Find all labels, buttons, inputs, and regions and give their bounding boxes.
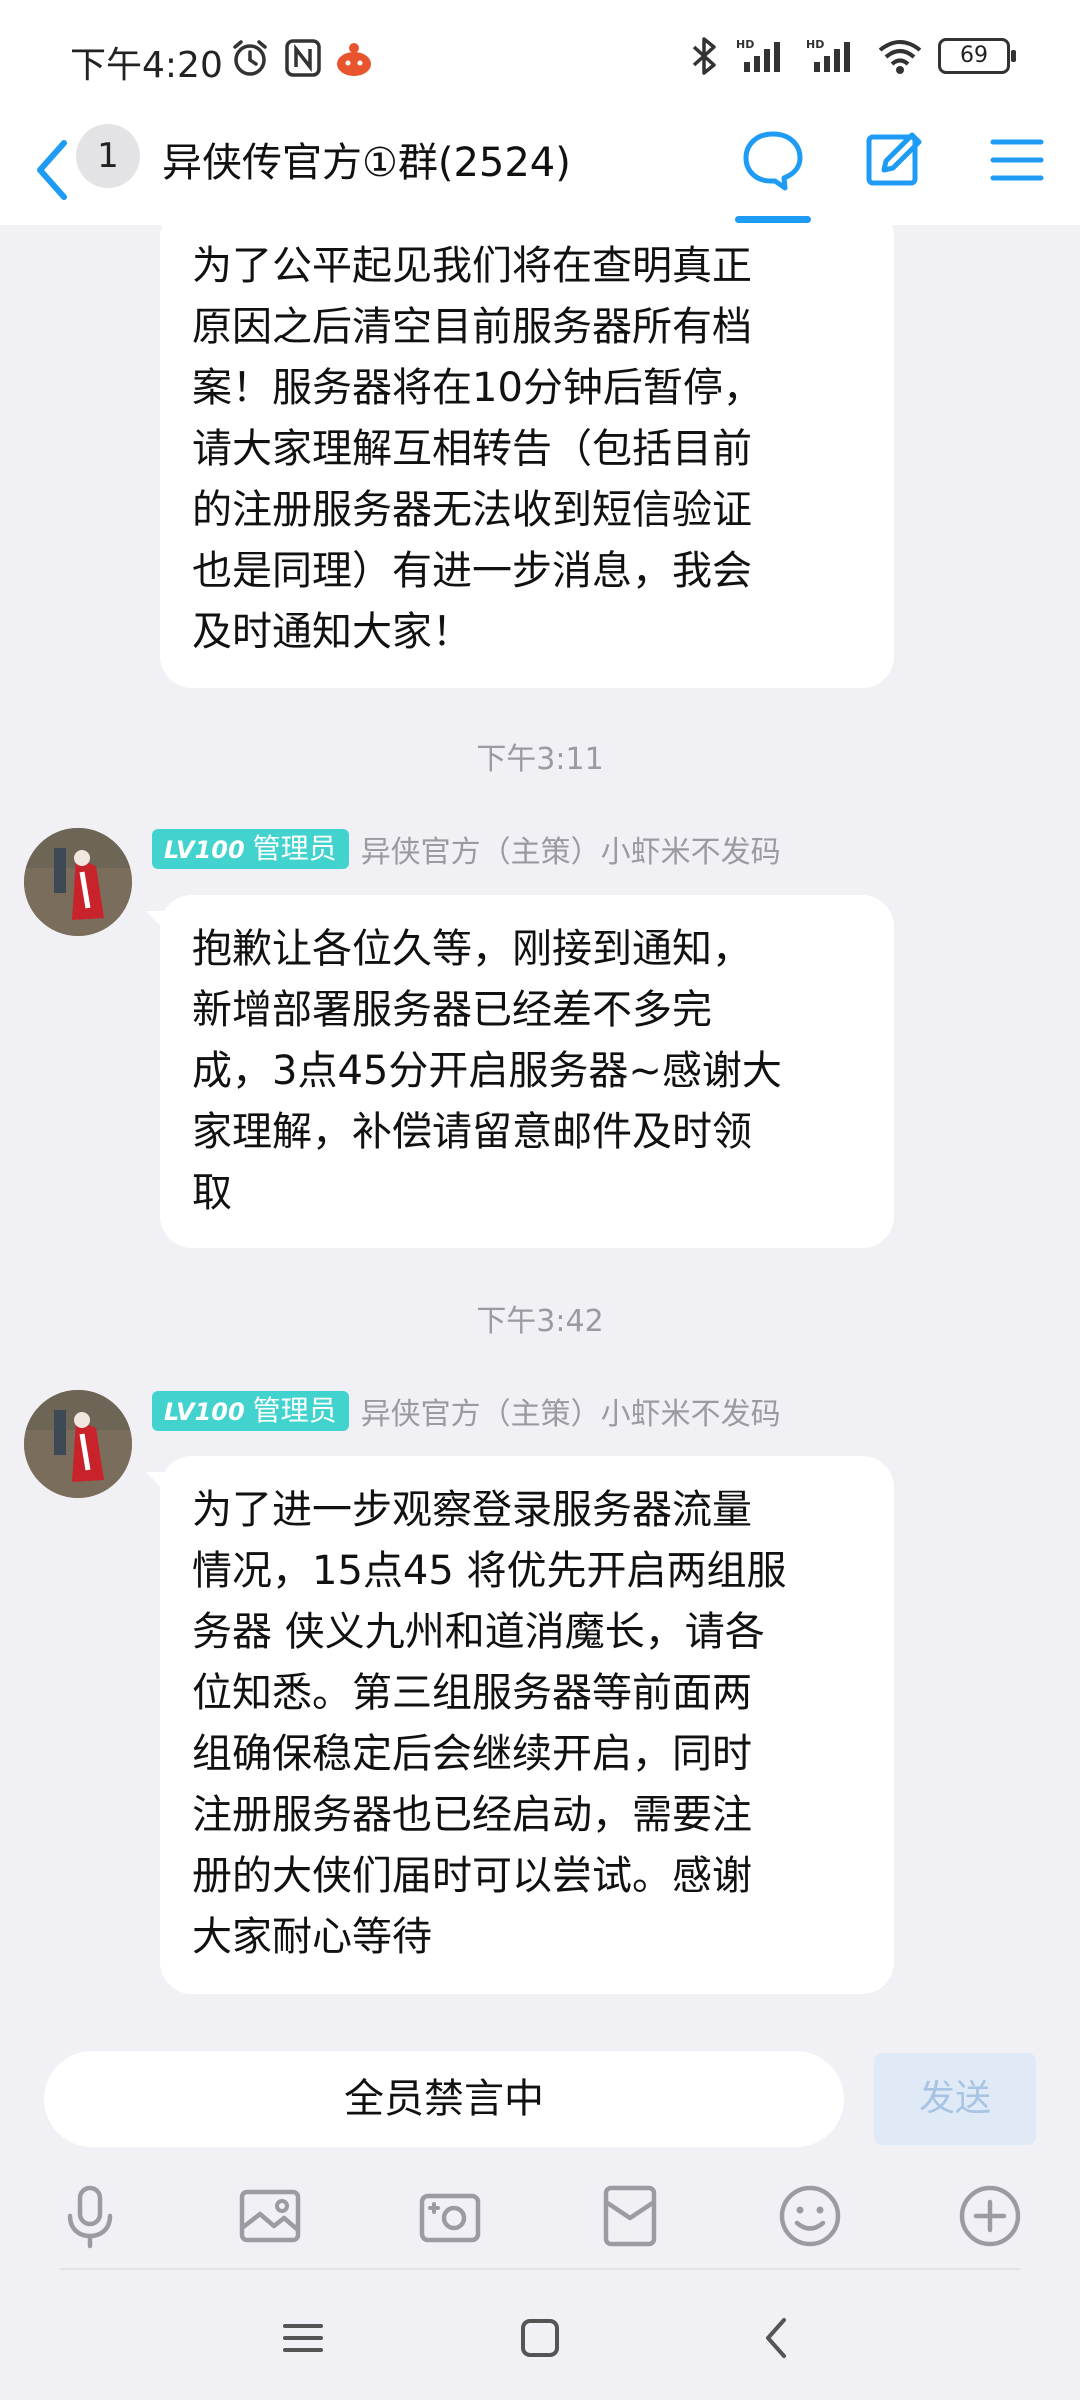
nav-back-icon[interactable] xyxy=(748,2308,808,2368)
menu-icon-layer[interactable] xyxy=(985,128,1049,192)
message-line: 抱歉让各位久等，刚接到通知， xyxy=(192,926,752,972)
level-label: LV100 xyxy=(164,836,245,864)
admin-badge: LV100 管理员 xyxy=(152,829,349,869)
signal-hd-icon: HD xyxy=(736,38,780,72)
message-line: 位知悉。第三组服务器等前面两 xyxy=(192,1670,752,1716)
message-line: 册的大侠们届时可以尝试。感谢 xyxy=(192,1853,752,1899)
nfc-icon xyxy=(285,39,321,77)
role-label: 管理员 xyxy=(252,832,337,865)
camera-icon[interactable] xyxy=(414,2180,486,2252)
battery-indicator: 69 xyxy=(938,38,1016,74)
avatar-image-icon xyxy=(24,1390,132,1498)
svg-text:HD: HD xyxy=(806,38,824,51)
emoji-icon[interactable] xyxy=(774,2180,846,2252)
microphone-icon[interactable] xyxy=(54,2180,126,2252)
message-bubble[interactable]: 为了进一步观察登录服务器流量 情况，15点45 将优先开启两组服 务器 侠义九州… xyxy=(146,1456,894,1994)
avatar-image-icon xyxy=(24,828,132,936)
send-button[interactable]: 发送 xyxy=(874,2053,1036,2145)
avatar[interactable] xyxy=(24,828,132,936)
message-line: 案！服务器将在10分钟后暂停， xyxy=(192,365,763,411)
game-app-icon xyxy=(337,43,371,76)
divider xyxy=(60,2268,1020,2270)
message-line: 成，3点45分开启服务器~感谢大 xyxy=(192,1048,782,1094)
svg-text:HD: HD xyxy=(736,38,754,51)
status-indicators: HD HD 69 xyxy=(688,36,1016,76)
message-bubble[interactable]: 为了公平起见我们将在查明真正 原因之后清空目前服务器所有档 案！服务器将在10分… xyxy=(160,205,894,688)
unread-count-badge-layer[interactable]: 1 xyxy=(76,124,140,188)
sender-name[interactable]: 异侠官方（主策）小虾米不发码 xyxy=(361,1389,781,1433)
message-line: 及时通知大家！ xyxy=(192,609,472,655)
message-line: 为了进一步观察登录服务器流量 xyxy=(192,1487,752,1533)
image-icon[interactable] xyxy=(234,2180,306,2252)
role-label: 管理员 xyxy=(252,1394,337,1427)
status-bar: 下午4:20 HD HD 69 xyxy=(0,0,1080,115)
message-line: 也是同理）有进一步消息，我会 xyxy=(192,548,752,594)
message-timestamp: 下午3:42 xyxy=(476,1304,604,1339)
muted-input-field[interactable]: 全员禁言中 xyxy=(44,2051,844,2147)
wifi-icon xyxy=(878,40,922,74)
sender-name[interactable]: 异侠官方（主策）小虾米不发码 xyxy=(361,827,781,871)
message-line: 情况，15点45 将优先开启两组服 xyxy=(192,1548,787,1594)
message-line: 的注册服务器无法收到短信验证 xyxy=(192,487,752,533)
message-timestamp: 下午3:11 xyxy=(476,742,604,777)
bluetooth-icon xyxy=(692,37,716,75)
signal-hd-icon-2: HD xyxy=(806,38,850,72)
message-line: 为了公平起见我们将在查明真正 xyxy=(192,243,752,289)
message-line: 务器 侠义九州和道消魔长，请各 xyxy=(192,1609,765,1655)
admin-badge: LV100 管理员 xyxy=(152,1391,349,1431)
sender-row: LV100 管理员 异侠官方（主策）小虾米不发码 xyxy=(152,827,781,871)
recent-apps-icon[interactable] xyxy=(273,2308,333,2368)
back-arrow-icon-layer[interactable] xyxy=(30,135,74,205)
edit-icon-layer[interactable] xyxy=(862,128,926,192)
sender-row: LV100 管理员 异侠官方（主策）小虾米不发码 xyxy=(152,1389,781,1433)
chat-title-layer[interactable]: 异侠传官方①群(2524) xyxy=(162,130,571,188)
active-tab-indicator-layer xyxy=(735,216,811,223)
home-icon[interactable] xyxy=(510,2308,570,2368)
message-line: 请大家理解互相转告（包括目前 xyxy=(192,426,752,472)
message-line: 注册服务器也已经启动，需要注 xyxy=(192,1792,752,1838)
message-line: 家理解，补偿请留意邮件及时领 xyxy=(192,1109,752,1155)
level-label: LV100 xyxy=(164,1398,245,1426)
message-line: 新增部署服务器已经差不多完 xyxy=(192,987,712,1033)
alarm-icon xyxy=(233,40,267,76)
message-bubble[interactable]: 抱歉让各位久等，刚接到通知， 新增部署服务器已经差不多完 成，3点45分开启服务… xyxy=(146,895,894,1248)
red-envelope-icon[interactable] xyxy=(594,2180,666,2252)
avatar[interactable] xyxy=(24,1390,132,1498)
plus-icon[interactable] xyxy=(954,2180,1026,2252)
message-line: 取 xyxy=(192,1170,232,1216)
chat-bubble-icon-layer[interactable] xyxy=(741,128,805,192)
message-line: 大家耐心等待 xyxy=(192,1914,432,1960)
message-line: 组确保稳定后会继续开启，同时 xyxy=(192,1731,752,1777)
message-line: 原因之后清空目前服务器所有档 xyxy=(192,304,752,350)
status-time: 下午4:20 xyxy=(70,45,223,86)
